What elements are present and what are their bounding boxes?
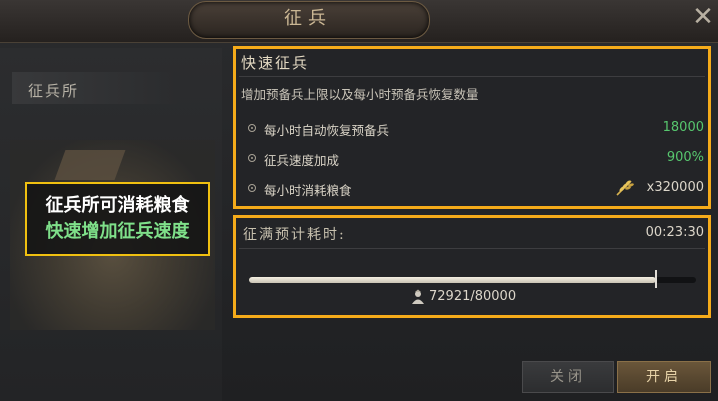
promo-line-2: 快速增加征兵速度	[45, 221, 190, 242]
stat-label-food-consumption: 每小时消耗粮食	[264, 183, 352, 198]
quick-recruit-title: 快速征兵	[241, 54, 310, 72]
progress-marker	[655, 270, 657, 288]
stat-value-recruit-speed: 900%	[666, 150, 704, 165]
eta-time: 00:23:30	[645, 225, 704, 240]
divider	[239, 76, 705, 77]
stat-label-reserve-recovery: 每小时自动恢复预备兵	[264, 123, 390, 138]
close-button[interactable]: 关闭	[522, 361, 614, 393]
progress-bar-fill	[249, 277, 657, 283]
bullet-icon	[248, 124, 256, 132]
quick-recruit-description: 增加预备兵上限以及每小时预备兵恢复数量	[241, 87, 479, 102]
stat-value-reserve-recovery: 18000	[662, 120, 704, 135]
page-title: 征兵	[284, 8, 332, 29]
close-icon[interactable]: ✕	[690, 4, 716, 30]
open-button[interactable]: 开启	[617, 361, 711, 393]
stat-value-food-consumption: x320000	[646, 180, 704, 195]
stat-label-recruit-speed: 征兵速度加成	[264, 153, 340, 168]
sidebar-item-label: 征兵所	[28, 82, 80, 100]
progress-bar	[249, 277, 696, 283]
wheat-icon	[616, 180, 634, 196]
troop-icon	[412, 289, 424, 304]
divider	[239, 248, 705, 249]
building-roof	[54, 150, 126, 180]
bullet-icon	[248, 154, 256, 162]
promo-line-1: 征兵所可消耗粮食	[45, 195, 190, 216]
reserve-count: 72921/80000	[429, 289, 517, 304]
bullet-icon	[248, 184, 256, 192]
eta-label: 征满预计耗时:	[243, 227, 346, 243]
